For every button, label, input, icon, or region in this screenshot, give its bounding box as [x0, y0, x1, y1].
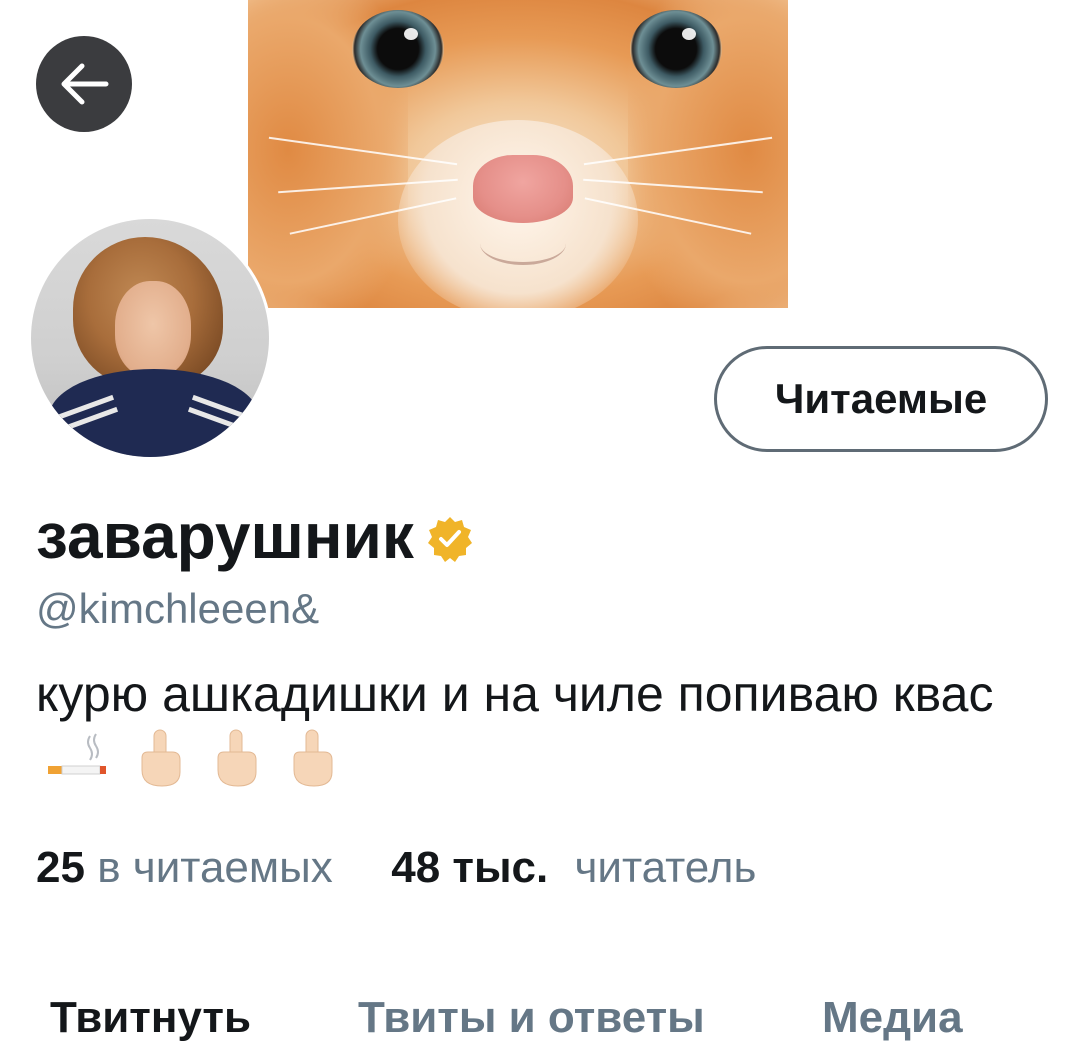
following-count: 25 [36, 843, 85, 892]
banner-cat-mouth [480, 222, 566, 265]
followers-stat[interactable]: 48 тыс. читатель [391, 843, 756, 892]
middle-finger-emoji [217, 729, 257, 787]
arrow-left-icon [61, 63, 109, 105]
followers-label: читатель [574, 843, 757, 892]
display-name: заварушник [36, 500, 414, 572]
back-button[interactable] [36, 36, 132, 132]
username-handle: @kimchleeen& [36, 585, 320, 632]
avatar[interactable] [28, 216, 272, 460]
display-name-row: заварушник [36, 498, 474, 574]
cigarette-emoji [48, 733, 106, 775]
middle-finger-emoji [293, 729, 333, 787]
tab-media[interactable]: Медиа [822, 988, 963, 1048]
profile-bio: курю ашкадишки и на чиле попиваю квас [36, 664, 1036, 788]
following-button[interactable]: Читаемые [714, 346, 1048, 452]
avatar-face [115, 281, 191, 377]
bio-text: курю ашкадишки и на чиле попиваю квас [36, 666, 994, 722]
verified-badge-icon [427, 517, 472, 562]
profile-tabs: Твитнуть Твиты и ответы Медиа [0, 984, 1068, 1062]
following-stat[interactable]: 25 в читаемых [36, 843, 345, 892]
profile-banner[interactable] [248, 0, 788, 308]
banner-cat-left-eye [352, 10, 444, 88]
middle-finger-emoji [141, 729, 181, 787]
avatar-jacket [49, 369, 259, 457]
banner-cat-nose [473, 155, 573, 223]
profile-stats: 25 в читаемых 48 тыс. читатель [36, 842, 756, 894]
tab-tweets-and-replies[interactable]: Твиты и ответы [358, 988, 705, 1048]
banner-cat-right-eye [630, 10, 722, 88]
following-label: в читаемых [97, 843, 333, 892]
tab-tweets[interactable]: Твитнуть [50, 988, 251, 1048]
followers-count: 48 тыс. [391, 843, 549, 892]
